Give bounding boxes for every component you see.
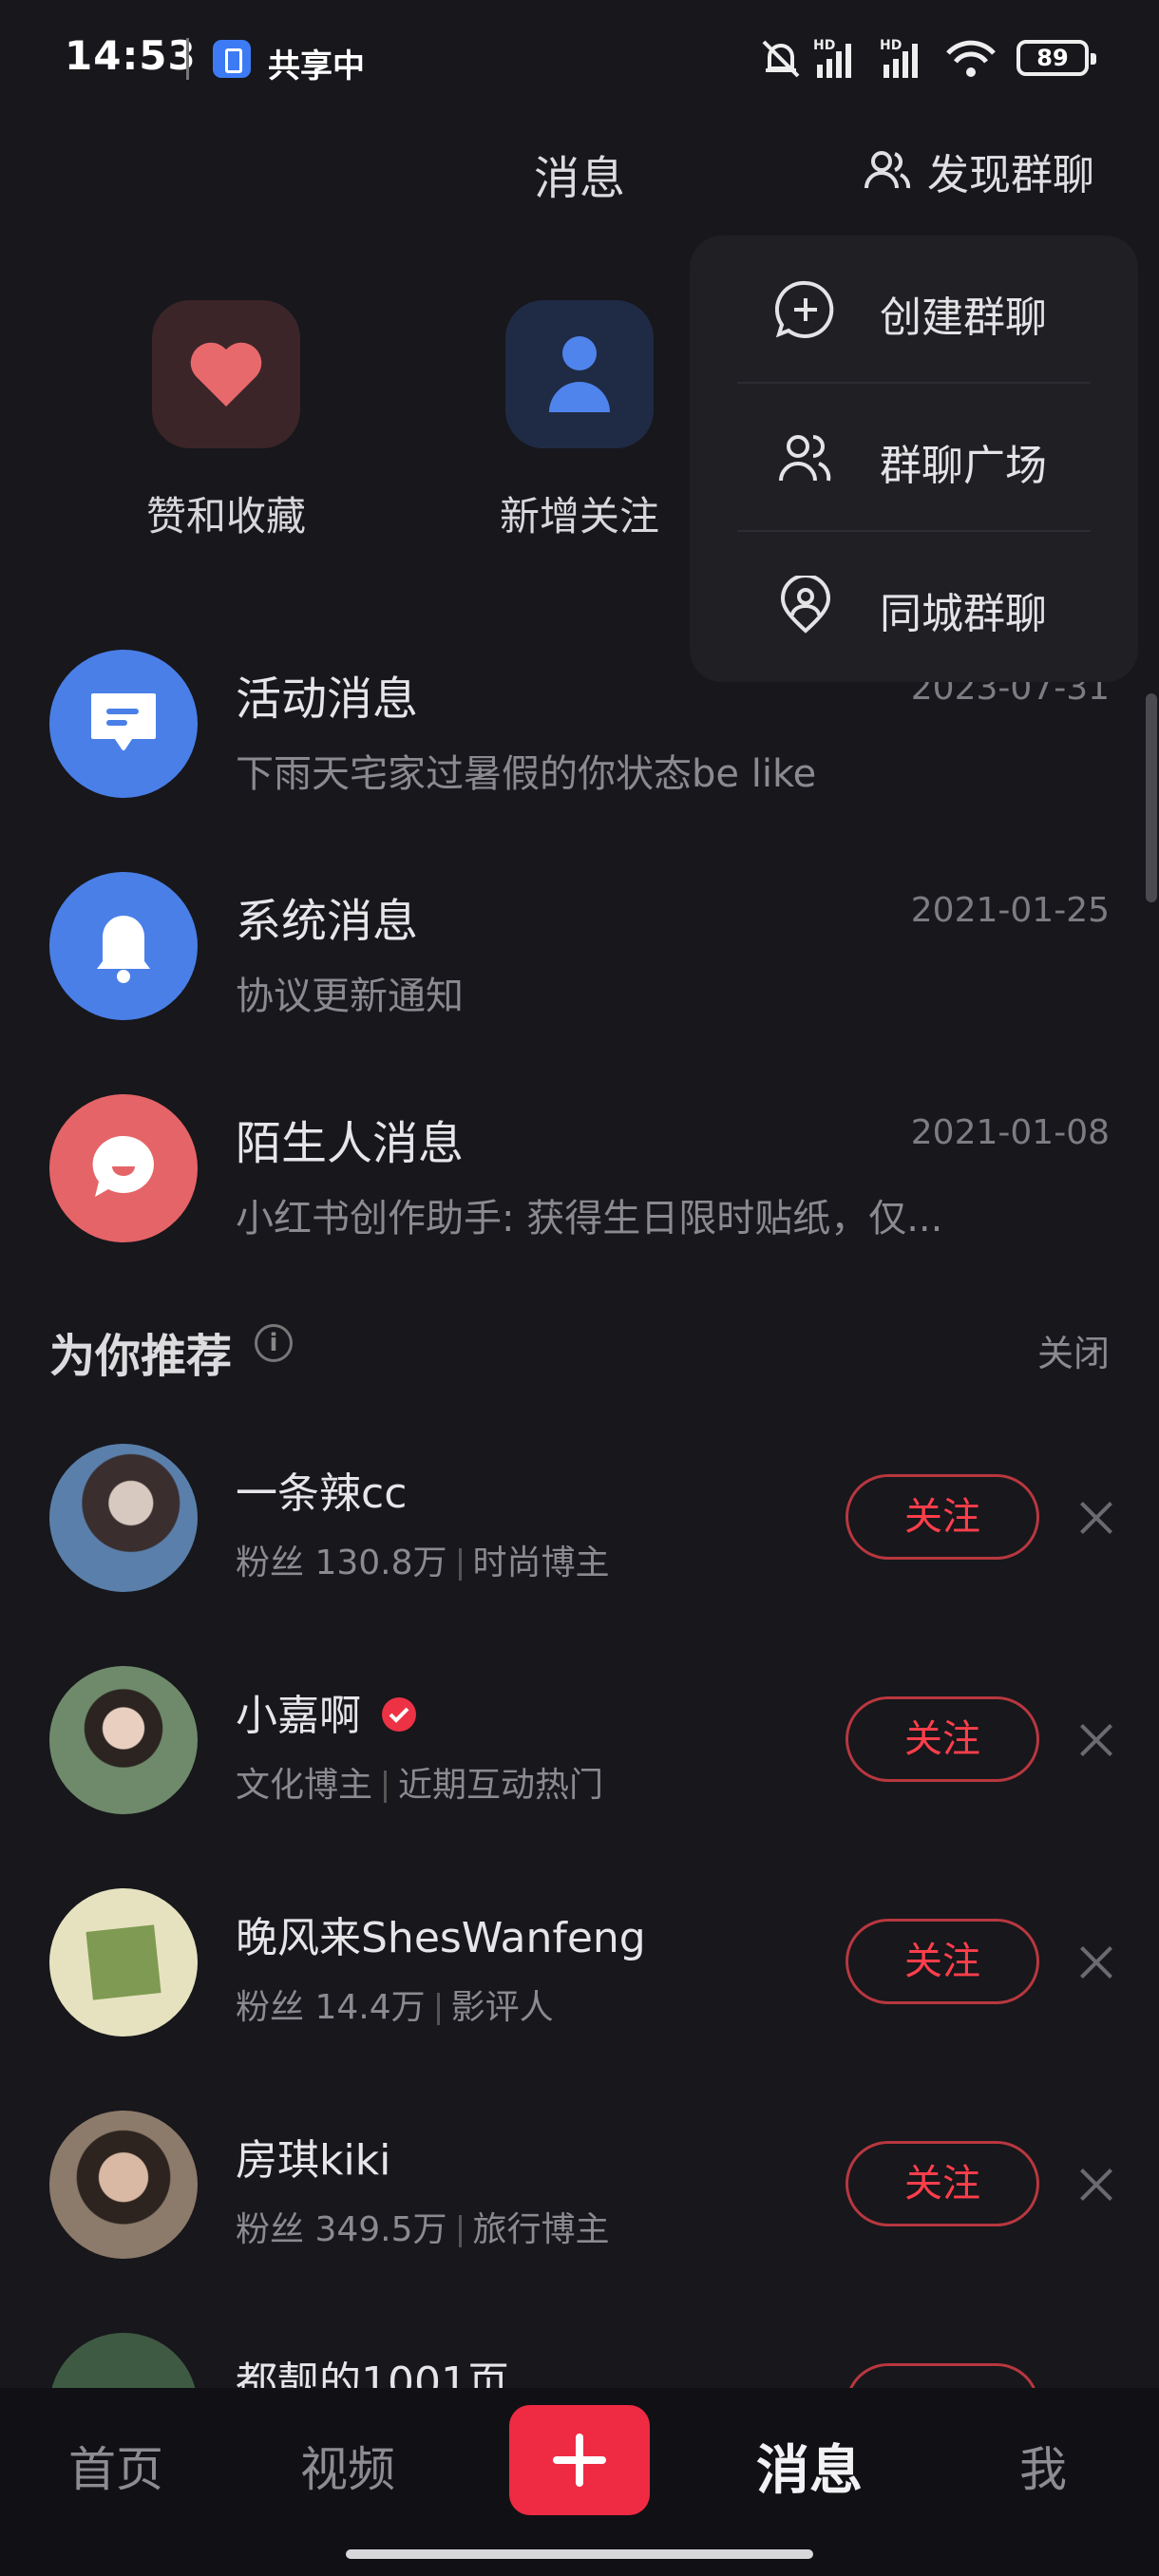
nav-me[interactable]: 我 <box>967 2432 1119 2500</box>
home-indicator[interactable] <box>346 2549 813 2559</box>
local-group-item[interactable]: 同城群聊 <box>690 532 1138 680</box>
dismiss-icon[interactable] <box>1074 2162 1119 2207</box>
new-followers-shortcut[interactable]: 新增关注 <box>484 300 674 542</box>
user-meta: 文化博主 近期互动热门 <box>236 1766 604 1805</box>
create-group-item[interactable]: 创建群聊 <box>690 236 1138 384</box>
signal-icon: HD HD <box>813 38 996 78</box>
user-avatar[interactable] <box>49 1888 198 2036</box>
location-icon <box>780 576 831 634</box>
stranger-message-row[interactable]: 陌生人消息 2021-01-08 小红书创作助手: 获得生日限时贴纸，仅... <box>0 1094 1159 1284</box>
nav-home[interactable]: 首页 <box>40 2432 192 2500</box>
follow-button[interactable]: 关注 <box>846 1696 1039 1782</box>
close-recommend-button[interactable]: 关闭 <box>1037 1324 1110 1376</box>
user-avatar[interactable] <box>49 1666 198 1814</box>
activity-preview: 下雨天宅家过暑假的你状态be like <box>236 752 817 796</box>
avatar-art <box>86 1924 162 2000</box>
svg-text:HD: HD <box>813 38 835 53</box>
user-name: 小嘉啊 <box>236 1681 418 1742</box>
nav-messages[interactable]: 消息 <box>733 2428 885 2505</box>
user-avatar[interactable] <box>49 2111 198 2259</box>
user-meta: 粉丝 349.5万 旅行博主 <box>236 2210 610 2249</box>
create-group-label: 创建群聊 <box>880 294 1047 342</box>
system-date: 2021-01-25 <box>910 891 1110 930</box>
status-divider <box>186 38 189 80</box>
likes-favorites-shortcut[interactable]: 赞和收藏 <box>131 300 321 542</box>
post-plus-button[interactable] <box>509 2405 650 2515</box>
info-icon[interactable]: i <box>255 1324 293 1362</box>
svg-text:HD: HD <box>880 38 902 53</box>
mute-icon <box>762 40 800 78</box>
chat-bubble-icon <box>91 693 156 750</box>
sharing-label: 共享中 <box>268 47 365 85</box>
likes-label: 赞和收藏 <box>145 493 306 540</box>
stranger-date: 2021-01-08 <box>910 1113 1110 1152</box>
system-message-row[interactable]: 系统消息 2021-01-25 协议更新通知 <box>0 872 1159 1062</box>
recommend-title: 为你推荐 <box>49 1330 233 1383</box>
follow-button[interactable]: 关注 <box>846 2141 1039 2226</box>
discover-group-button[interactable]: 发现群聊 <box>861 141 1094 201</box>
dismiss-icon[interactable] <box>1074 1495 1119 1541</box>
system-title: 系统消息 <box>236 895 419 948</box>
user-name: 一条辣cc <box>236 1469 408 1518</box>
followers-label: 新增关注 <box>499 493 659 540</box>
dismiss-icon[interactable] <box>1074 1940 1119 1985</box>
activity-title: 活动消息 <box>236 672 419 726</box>
verified-badge-icon <box>382 1697 416 1732</box>
screen-share-icon <box>213 40 251 78</box>
dismiss-icon[interactable] <box>1074 1717 1119 1763</box>
group-plaza-item[interactable]: 群聊广场 <box>690 384 1138 532</box>
user-name: 房琪kiki <box>236 2136 391 2185</box>
stranger-avatar <box>49 1094 198 1242</box>
nav-video[interactable]: 视频 <box>272 2432 424 2500</box>
group-icon <box>779 435 831 482</box>
speech-icon <box>92 1135 154 1197</box>
scrollbar[interactable] <box>1146 693 1157 902</box>
stranger-preview: 小红书创作助手: 获得生日限时贴纸，仅... <box>236 1197 943 1241</box>
group-chat-dropdown: 创建群聊 群聊广场 同城群聊 <box>690 236 1138 682</box>
heart-icon <box>190 342 262 407</box>
person-icon <box>549 336 610 412</box>
user-avatar[interactable] <box>49 1444 198 1592</box>
follow-button[interactable]: 关注 <box>846 1919 1039 2004</box>
system-preview: 协议更新通知 <box>236 975 464 1018</box>
add-chat-icon <box>775 280 834 338</box>
group-plaza-label: 群聊广场 <box>880 442 1047 490</box>
activity-avatar <box>49 650 198 798</box>
system-avatar <box>49 872 198 1020</box>
group-icon <box>864 151 911 189</box>
likes-tile <box>152 300 300 448</box>
local-group-label: 同城群聊 <box>880 590 1047 638</box>
battery-indicator: 89 <box>1016 40 1096 76</box>
user-meta: 粉丝 130.8万 时尚博主 <box>236 1544 610 1582</box>
bell-icon <box>97 916 150 983</box>
user-name: 晚风来ShesWanfeng <box>236 1914 646 1962</box>
followers-tile <box>505 300 654 448</box>
status-time: 14:53 <box>65 32 197 79</box>
status-bar: 14:53 共享中 HD HD 89 <box>0 0 1159 114</box>
stranger-title: 陌生人消息 <box>236 1117 465 1170</box>
discover-group-label: 发现群聊 <box>927 151 1094 199</box>
user-meta: 粉丝 14.4万 影评人 <box>236 1988 554 2027</box>
follow-button[interactable]: 关注 <box>846 1474 1039 1560</box>
